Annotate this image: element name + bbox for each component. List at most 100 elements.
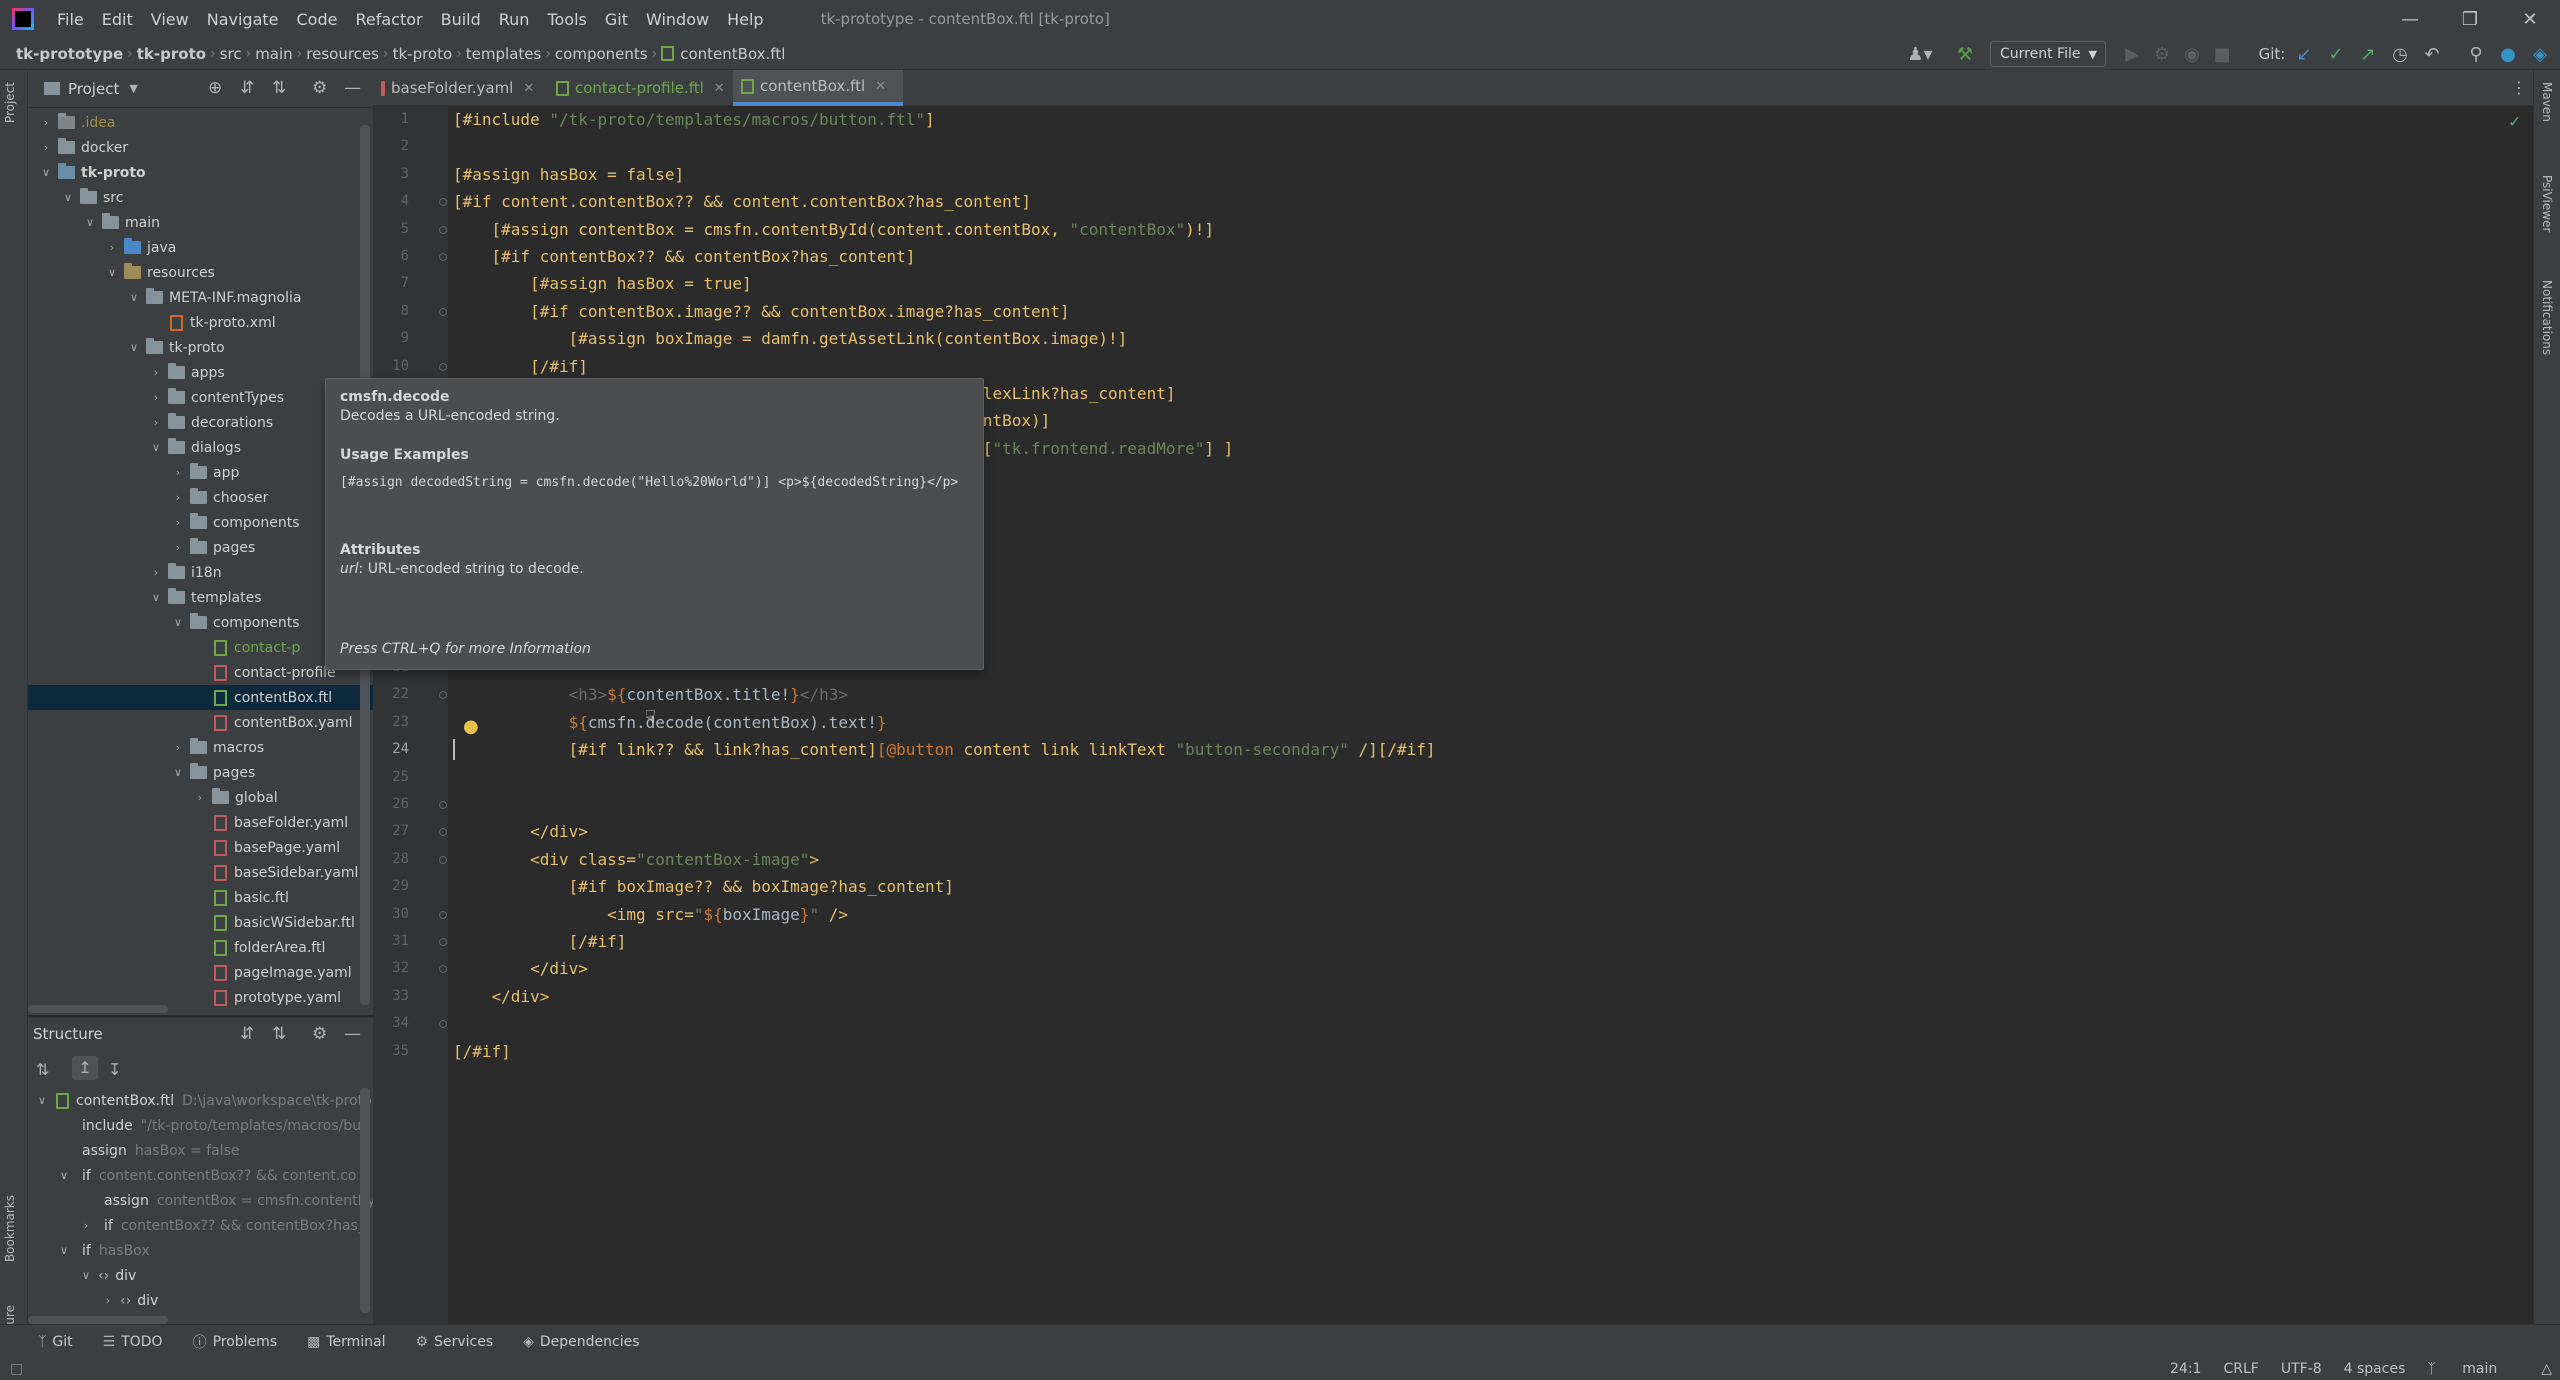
code-line[interactable]: [#assign boxImage = damfn.getAssetLink(c… xyxy=(453,325,1128,352)
tab-contact-profile-ftl[interactable]: contact-profile.ftl ✕ xyxy=(548,70,748,106)
line-number[interactable]: 31 xyxy=(373,928,409,955)
chevron-down-icon[interactable]: ∨ xyxy=(34,1094,50,1107)
code-line[interactable]: [#if content.contentBox?? && content.con… xyxy=(453,188,1031,215)
chevron-right-icon[interactable]: › xyxy=(170,491,186,504)
terminal-tool-button[interactable]: ▩ Terminal xyxy=(307,1334,385,1350)
line-number[interactable]: 6 xyxy=(373,243,409,270)
tree-item[interactable]: ∨ tk-proto xyxy=(28,160,373,185)
line-number[interactable]: 4 xyxy=(373,188,409,215)
tree-item[interactable]: ∨ dialogs xyxy=(28,435,373,460)
panel-toggle-icon[interactable]: □ xyxy=(10,1361,23,1377)
tree-item[interactable]: pageImage.yaml xyxy=(28,960,373,985)
code-editor[interactable]: [#include "/tk-proto/templates/macros/bu… xyxy=(448,106,2533,1335)
code-line[interactable]: ${cmsfn.decode(contentBox).text!} xyxy=(453,709,887,736)
fold-marker-icon[interactable] xyxy=(439,910,447,919)
navigate-to-source-icon[interactable]: ↧ xyxy=(108,1060,121,1079)
project-tree[interactable]: › .idea › docker ∨ tk-proto ∨ src ∨ main › java ∨ res… xyxy=(28,108,373,1011)
tree-item[interactable]: ∨ pages xyxy=(28,760,373,785)
tree-item[interactable]: ∨ main xyxy=(28,210,373,235)
structure-item[interactable]: › if contentBox?? && contentBox?has_ xyxy=(78,1213,365,1238)
git-commit-icon[interactable]: ✓ xyxy=(2322,38,2350,70)
structure-item[interactable]: ∨ ‹› div xyxy=(78,1263,144,1288)
debug-icon[interactable]: ⚙ xyxy=(2148,38,2176,70)
structure-horizontal-scrollbar[interactable] xyxy=(28,1316,168,1324)
tree-item[interactable]: › global xyxy=(28,785,373,810)
chevron-down-icon[interactable]: ∨ xyxy=(148,591,164,604)
tree-item[interactable]: contentBox.yaml xyxy=(28,710,373,735)
code-line[interactable]: <img src="${boxImage}" /> xyxy=(453,901,848,928)
collapse-all-icon[interactable]: ⇅ xyxy=(272,78,286,98)
coverage-icon[interactable]: ◉ xyxy=(2178,38,2206,70)
code-line[interactable]: [#if contentBox.image?? && contentBox.im… xyxy=(453,298,1069,325)
git-update-icon[interactable]: ↙ xyxy=(2290,38,2318,70)
line-number[interactable]: 30 xyxy=(373,901,409,928)
tree-item[interactable]: baseSidebar.yaml xyxy=(28,860,373,885)
project-title[interactable]: Project xyxy=(68,80,119,98)
lightbulb-icon[interactable]: ● xyxy=(463,716,479,737)
history-icon[interactable]: ◷ xyxy=(2386,38,2414,70)
tree-item[interactable]: › pages xyxy=(28,535,373,560)
plugin-icon[interactable]: ◈ xyxy=(2526,38,2554,70)
chevron-right-icon[interactable]: › xyxy=(148,416,164,429)
menu-help[interactable]: Help xyxy=(718,10,772,29)
tab-basefolder-yaml[interactable]: baseFolder.yaml ✕ xyxy=(373,70,534,106)
fold-marker-icon[interactable] xyxy=(439,362,447,371)
chevron-down-icon[interactable]: ▼ xyxy=(129,82,137,95)
menu-file[interactable]: File xyxy=(48,10,93,29)
tree-item[interactable]: basic.ftl xyxy=(28,885,373,910)
chevron-right-icon[interactable]: › xyxy=(78,1219,94,1232)
line-number[interactable]: 32 xyxy=(373,955,409,982)
tree-item[interactable]: basePage.yaml xyxy=(28,835,373,860)
chevron-right-icon[interactable]: › xyxy=(170,541,186,554)
sort-alpha-icon[interactable]: ⇅ xyxy=(36,1060,49,1079)
chevron-down-icon[interactable]: ∨ xyxy=(56,1169,72,1182)
code-line[interactable]: [#include "/tk-proto/templates/macros/bu… xyxy=(453,106,935,133)
fold-marker-icon[interactable] xyxy=(439,253,447,261)
line-number[interactable]: 27 xyxy=(373,818,409,845)
run-configuration-select[interactable]: Current File ▼ xyxy=(1990,41,2106,67)
indent-setting[interactable]: 4 spaces xyxy=(2344,1361,2406,1377)
code-line[interactable]: [/#if] xyxy=(453,928,627,955)
structure-item[interactable]: ∨ if content.contentBox?? && content.co xyxy=(56,1163,356,1188)
line-number[interactable]: 34 xyxy=(373,1010,409,1037)
menu-tools[interactable]: Tools xyxy=(538,10,595,29)
menu-run[interactable]: Run xyxy=(490,10,539,29)
menu-view[interactable]: View xyxy=(142,10,198,29)
close-icon[interactable]: ✕ xyxy=(523,81,534,96)
line-number[interactable]: 7 xyxy=(373,270,409,297)
line-separator[interactable]: CRLF xyxy=(2223,1361,2258,1377)
fold-marker-icon[interactable] xyxy=(439,1020,447,1029)
notifications-tool-tab[interactable]: Notifications xyxy=(2540,280,2554,355)
breadcrumb-resources[interactable]: resources xyxy=(302,45,383,63)
structure-item[interactable]: include "/tk-proto/templates/macros/bu xyxy=(56,1113,361,1138)
menu-edit[interactable]: Edit xyxy=(93,10,142,29)
tree-item[interactable]: › i18n xyxy=(28,560,373,585)
tree-item[interactable]: tk-proto.xml xyxy=(28,310,373,335)
tree-item[interactable]: › docker xyxy=(28,135,373,160)
expand-all-icon[interactable]: ⇵ xyxy=(240,1024,254,1044)
hide-icon[interactable]: — xyxy=(344,1024,361,1044)
code-line[interactable]: [#if boxImage?? && boxImage?has_content] xyxy=(453,873,954,900)
chevron-down-icon[interactable]: ∨ xyxy=(126,341,142,354)
git-push-icon[interactable]: ↗ xyxy=(2354,38,2382,70)
code-line[interactable]: <h3>${contentBox.title!}</h3> xyxy=(453,681,848,708)
breadcrumb-project[interactable]: tk-prototype xyxy=(12,45,127,63)
tree-item[interactable]: ∨ META-INF.magnolia xyxy=(28,285,373,310)
structure-item[interactable]: › ‹› div xyxy=(100,1288,166,1313)
ide-update-icon[interactable]: ● xyxy=(2494,38,2522,70)
chevron-right-icon[interactable]: › xyxy=(148,566,164,579)
stop-icon[interactable]: ■ xyxy=(2208,38,2236,70)
breadcrumb-templates[interactable]: templates xyxy=(462,45,546,63)
tree-item[interactable]: › decorations xyxy=(28,410,373,435)
tree-item[interactable]: baseFolder.yaml xyxy=(28,810,373,835)
code-line[interactable]: [/#if] xyxy=(453,1038,511,1065)
run-icon[interactable]: ▶ xyxy=(2118,38,2146,70)
restore-icon[interactable]: ❐ xyxy=(2440,0,2500,38)
services-tool-button[interactable]: ⚙ Services xyxy=(416,1334,494,1350)
chevron-right-icon[interactable]: › xyxy=(38,116,54,129)
tree-item[interactable]: ∨ templates xyxy=(28,585,373,610)
search-icon[interactable]: ⚲ xyxy=(2462,38,2490,70)
fold-marker-icon[interactable] xyxy=(439,965,447,974)
tree-item[interactable]: › macros xyxy=(28,735,373,760)
tree-item[interactable]: › apps xyxy=(28,360,373,385)
